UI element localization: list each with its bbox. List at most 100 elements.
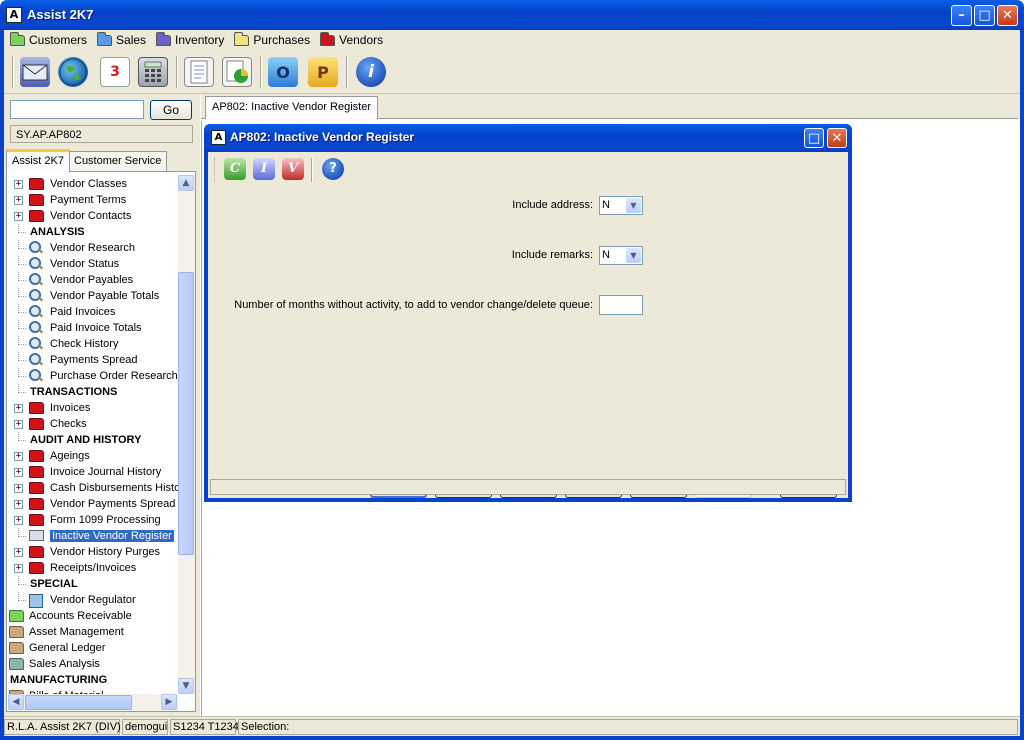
magnifier-icon <box>29 305 43 319</box>
calculator-icon[interactable] <box>138 57 168 87</box>
chevron-down-icon[interactable]: ▼ <box>626 198 641 213</box>
tree-item-label: TRANSACTIONS <box>30 386 118 398</box>
tree-item[interactable]: + Vendor History Purges <box>7 544 179 560</box>
tree-hscroll-thumb[interactable] <box>25 695 132 710</box>
tree-item[interactable]: General Ledger <box>7 640 179 656</box>
tab-ap802[interactable]: AP802: Inactive Vendor Register <box>205 96 378 119</box>
expand-icon[interactable]: + <box>14 403 23 413</box>
tree-item-label: Invoices <box>50 402 91 414</box>
tree-item-label: Vendor Classes <box>50 178 128 190</box>
menu-vendors[interactable]: Vendors <box>320 31 383 49</box>
tree-item[interactable]: Sales Analysis <box>7 656 179 672</box>
calendar-icon[interactable]: 3 <box>100 57 130 87</box>
tree-item[interactable]: Vendor Regulator <box>7 592 179 608</box>
tree-item-label: Sales Analysis <box>29 658 100 670</box>
tree-item[interactable]: Check History <box>7 336 179 352</box>
menu-customers[interactable]: Customers <box>10 31 87 49</box>
report-icon[interactable] <box>184 57 214 87</box>
go-button[interactable]: Go <box>150 100 192 120</box>
tree-connector <box>18 368 26 377</box>
tree-item[interactable]: Vendor Status <box>7 256 179 272</box>
expand-icon[interactable]: + <box>14 179 23 189</box>
dialog-i-icon[interactable]: I <box>253 158 275 180</box>
chevron-down-icon[interactable]: ▼ <box>626 248 641 263</box>
expand-icon[interactable]: + <box>14 195 23 205</box>
tree-item[interactable]: Asset Management <box>7 624 179 640</box>
info-icon[interactable]: i <box>356 57 386 87</box>
close-button[interactable]: ✕ <box>997 5 1018 26</box>
menu-inventory[interactable]: Inventory <box>156 31 224 49</box>
chart-icon[interactable] <box>222 57 252 87</box>
tree-item[interactable]: + Form 1099 Processing <box>7 512 179 528</box>
tree-item[interactable]: + Invoice Journal History <box>7 464 179 480</box>
months-input[interactable] <box>599 295 643 315</box>
scroll-up-button[interactable]: ▲ <box>178 175 194 191</box>
window-frame-right <box>1020 30 1024 740</box>
printer-icon <box>29 530 44 541</box>
dialog-close-button[interactable]: ✕ <box>827 128 847 148</box>
tree-item[interactable]: + Vendor Contacts <box>7 208 179 224</box>
expand-icon[interactable]: + <box>14 547 23 557</box>
scroll-left-button[interactable]: ◀ <box>8 694 24 710</box>
menu-purchases[interactable]: Purchases <box>234 31 310 49</box>
magnifier-icon <box>29 241 43 255</box>
folder-icon <box>29 498 44 510</box>
tree-item[interactable]: + Cash Disbursements Histor <box>7 480 184 496</box>
expand-icon[interactable]: + <box>14 563 23 573</box>
tree-item-label: Vendor Payments Spread R <box>50 498 187 510</box>
include-remarks-label: Include remarks: <box>511 249 593 261</box>
tree-item[interactable]: Accounts Receivable <box>7 608 179 624</box>
tree-item[interactable]: Vendor Payables <box>7 272 179 288</box>
folder-icon <box>10 31 25 46</box>
powerpoint-icon[interactable]: P <box>308 57 338 87</box>
tree-item[interactable]: Paid Invoices <box>7 304 179 320</box>
menu-sales[interactable]: Sales <box>97 31 146 49</box>
include-remarks-select[interactable]: N ▼ <box>599 246 643 265</box>
expand-icon[interactable]: + <box>14 211 23 221</box>
dialog-c-icon[interactable]: C <box>224 158 246 180</box>
tree-item[interactable]: + Ageings <box>7 448 179 464</box>
title-bar[interactable]: A Assist 2K7 – □ ✕ <box>0 0 1024 30</box>
tree-item[interactable]: Inactive Vendor Register <box>7 528 179 544</box>
globe-icon[interactable] <box>58 57 88 87</box>
outlook-icon[interactable]: O <box>268 57 298 87</box>
mail-icon[interactable] <box>20 57 50 87</box>
status-session: S1234 T1234 <box>170 719 239 735</box>
tree-item[interactable]: Purchase Order Research <box>7 368 179 384</box>
dialog-title-bar[interactable]: A AP802: Inactive Vendor Register □ ✕ <box>204 124 852 152</box>
expand-icon[interactable]: + <box>14 451 23 461</box>
tree-item[interactable]: + Vendor Payments Spread R <box>7 496 186 512</box>
include-address-select[interactable]: N ▼ <box>599 196 643 215</box>
tree-item[interactable]: Payments Spread <box>7 352 179 368</box>
scroll-down-button[interactable]: ▼ <box>178 678 194 694</box>
folder-icon <box>29 466 44 478</box>
folder-icon <box>9 626 24 638</box>
tab-assist-2k7[interactable]: Assist 2K7 <box>6 149 70 172</box>
tree-scroll-thumb[interactable] <box>178 272 194 555</box>
tab-customer-service[interactable]: Customer Service <box>68 151 168 171</box>
expand-icon[interactable]: + <box>14 467 23 477</box>
dialog-v-icon[interactable]: V <box>282 158 304 180</box>
tree-item[interactable]: + Payment Terms <box>7 192 179 208</box>
tree-item[interactable]: Vendor Research <box>7 240 179 256</box>
expand-icon[interactable]: + <box>14 419 23 429</box>
tree-item[interactable]: Paid Invoice Totals <box>7 320 179 336</box>
tree-item[interactable]: + Checks <box>7 416 179 432</box>
tree-item-label: Vendor Status <box>50 258 120 270</box>
tree-item[interactable]: + Receipts/Invoices <box>7 560 179 576</box>
minimize-button[interactable]: – <box>951 5 972 26</box>
help-icon[interactable]: ? <box>322 158 344 180</box>
expand-icon[interactable]: + <box>14 499 23 509</box>
tree-item-label: Cash Disbursements Histor <box>50 482 184 494</box>
expand-icon[interactable]: + <box>14 515 23 525</box>
search-input[interactable] <box>10 100 144 119</box>
maximize-button[interactable]: □ <box>974 5 995 26</box>
tree-item[interactable]: + Invoices <box>7 400 179 416</box>
regulator-icon <box>29 594 43 608</box>
dialog-maximize-button[interactable]: □ <box>804 128 824 148</box>
expand-icon[interactable]: + <box>14 483 23 493</box>
scroll-right-button[interactable]: ▶ <box>161 694 177 710</box>
tree-item[interactable]: + Vendor Classes <box>7 176 179 192</box>
tree-item[interactable]: Vendor Payable Totals <box>7 288 179 304</box>
tree-connector <box>18 528 26 537</box>
